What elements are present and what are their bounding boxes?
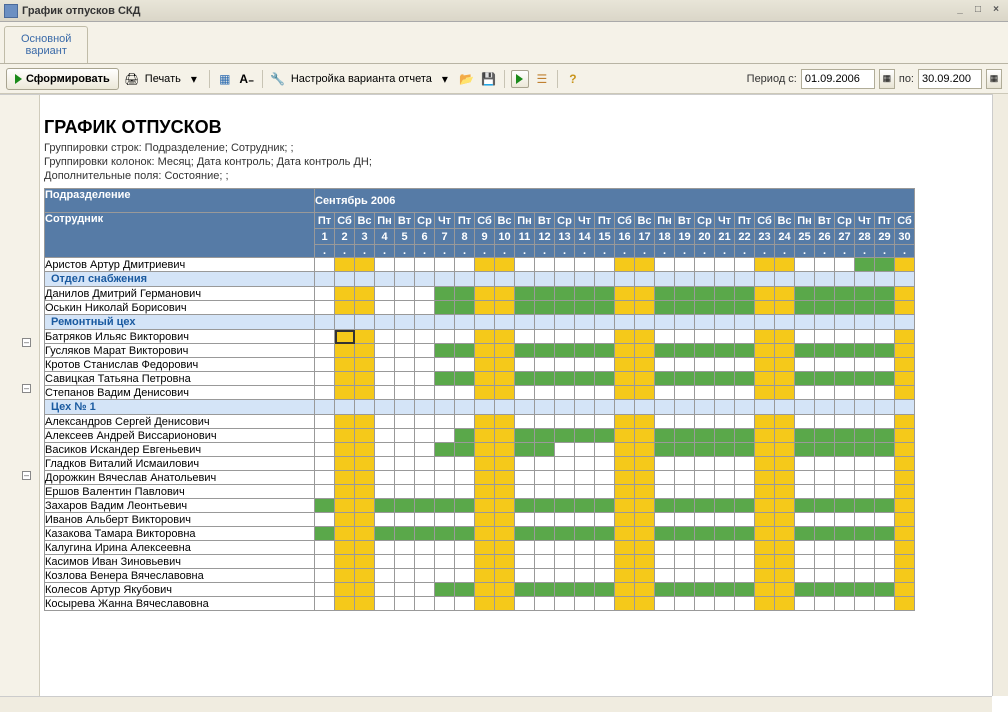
toolbar: Сформировать 🖨 Печать ▾ ▦ A₌ 🔧 Настройка… (0, 64, 1008, 94)
employee-row[interactable]: Косырева Жанна Вячеславовна (45, 597, 915, 611)
wrench-icon[interactable]: 🔧 (269, 70, 287, 88)
font-icon[interactable]: A₌ (238, 70, 256, 88)
employee-row[interactable]: Гусляков Марат Викторович (45, 344, 915, 358)
report-sub3: Дополнительные поля: Состояние; ; (44, 170, 1004, 182)
employee-row[interactable]: Батряков Ильяс Викторович (45, 330, 915, 344)
horizontal-scrollbar[interactable] (0, 696, 992, 712)
separator (209, 70, 210, 88)
generate-label: Сформировать (26, 73, 110, 85)
period-from-input[interactable] (801, 69, 875, 89)
separator (557, 70, 558, 88)
window-title: График отпусков СКД (22, 5, 952, 17)
employee-row[interactable]: Оськин Николай Борисович (45, 301, 915, 315)
period-to-input[interactable] (918, 69, 982, 89)
tab-main-variant[interactable]: Основной вариант (4, 26, 88, 63)
settings-label[interactable]: Настройка варианта отчета (291, 73, 432, 85)
group-row[interactable]: Отдел снабжения (45, 272, 915, 287)
date-picker-from-button[interactable]: ▦ (879, 69, 895, 89)
employee-row[interactable]: Александров Сергей Денисович (45, 415, 915, 429)
employee-row[interactable]: Калугина Ирина Алексеевна (45, 541, 915, 555)
app-icon (4, 4, 18, 18)
separator (504, 70, 505, 88)
vertical-scrollbar[interactable] (992, 94, 1008, 696)
list-icon[interactable]: ☰ (533, 70, 551, 88)
print-icon[interactable]: 🖨 (123, 70, 141, 88)
employee-row[interactable]: Козлова Венера Вячеславовна (45, 569, 915, 583)
employee-row[interactable]: Иванов Альберт Викторович (45, 513, 915, 527)
employee-row[interactable]: Дорожкин Вячеслав Анатольевич (45, 471, 915, 485)
employee-row[interactable]: Степанов Вадим Денисович (45, 386, 915, 400)
generate-button[interactable]: Сформировать (6, 68, 119, 90)
employee-row[interactable]: Данилов Дмитрий Германович (45, 287, 915, 301)
employee-row[interactable]: Гладков Виталий Исмаилович (45, 457, 915, 471)
report-sub1: Группировки строк: Подразделение; Сотруд… (44, 142, 1004, 154)
table-icon[interactable]: ▦ (216, 70, 234, 88)
dropdown-icon[interactable]: ▾ (185, 70, 203, 88)
help-icon[interactable]: ? (564, 70, 582, 88)
play-icon (15, 74, 22, 84)
date-picker-to-button[interactable]: ▦ (986, 69, 1002, 89)
report-sub2: Группировки колонок: Месяц; Дата контрол… (44, 156, 1004, 168)
employee-row[interactable]: Ершов Валентин Павлович (45, 485, 915, 499)
period-from-label: Период с: (747, 73, 797, 85)
separator (262, 70, 263, 88)
group-row[interactable]: Ремонтный цех (45, 315, 915, 330)
print-label[interactable]: Печать (145, 73, 181, 85)
employee-row[interactable]: Савицкая Татьяна Петровна (45, 372, 915, 386)
maximize-button[interactable]: □ (970, 4, 986, 18)
employee-row[interactable]: Алексеев Андрей Виссарионович (45, 429, 915, 443)
employee-row[interactable]: Касимов Иван Зиновьевич (45, 555, 915, 569)
employee-row[interactable]: Аристов Артур Дмитриевич (45, 258, 915, 272)
employee-row[interactable]: Захаров Вадим Леонтьевич (45, 499, 915, 513)
folder-open-icon[interactable]: 📂 (458, 70, 476, 88)
employee-row[interactable]: Колесов Артур Якубович (45, 583, 915, 597)
employee-row[interactable]: Васиков Искандер Евгеньевич (45, 443, 915, 457)
close-button[interactable]: × (988, 4, 1004, 18)
period-to-label: по: (899, 73, 914, 85)
employee-row[interactable]: Казакова Тамара Викторовна (45, 527, 915, 541)
save-icon[interactable]: 💾 (480, 70, 498, 88)
employee-row[interactable]: Кротов Станислав Федорович (45, 358, 915, 372)
titlebar: График отпусков СКД _ □ × (0, 0, 1008, 22)
run-icon[interactable] (511, 70, 529, 88)
report-title: ГРАФИК ОТПУСКОВ (44, 117, 1004, 138)
dropdown-icon[interactable]: ▾ (436, 70, 454, 88)
tab-strip: Основной вариант (0, 22, 1008, 64)
minimize-button[interactable]: _ (952, 4, 968, 18)
report-area[interactable]: ––– ГРАФИК ОТПУСКОВ Группировки строк: П… (0, 94, 1008, 712)
vacation-schedule-table[interactable]: ПодразделениеСентябрь 2006СотрудникПтСбВ… (44, 188, 915, 611)
group-row[interactable]: Цех № 1 (45, 400, 915, 415)
